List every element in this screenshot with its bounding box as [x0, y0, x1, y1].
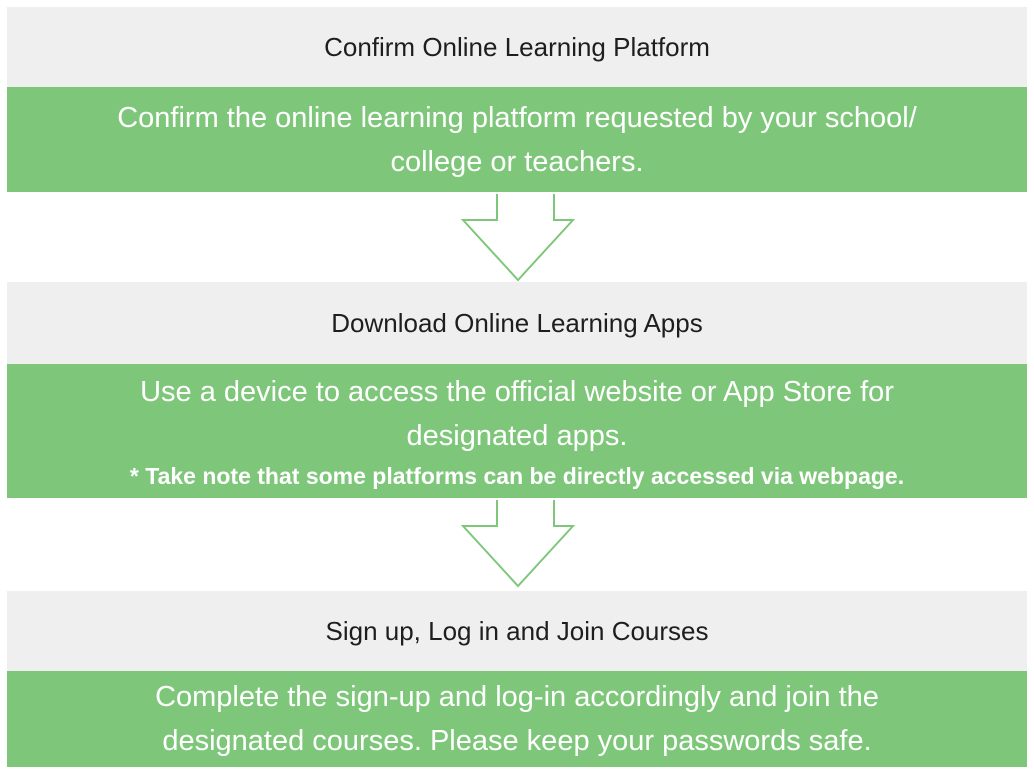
step-3-title: Sign up, Log in and Join Courses: [7, 591, 1027, 671]
step-2-note: * Take note that some platforms can be d…: [129, 463, 905, 489]
step-3-title-text: Sign up, Log in and Join Courses: [325, 615, 709, 646]
step-1-title: Confirm Online Learning Platform: [7, 7, 1027, 87]
step-1-line-2: college or teachers.: [390, 145, 644, 178]
step-3-line-1: Complete the sign-up and log-in accordin…: [155, 681, 879, 713]
step-2-line-1: Use a device to access the official webs…: [140, 376, 894, 408]
step-1-title-text: Confirm Online Learning Platform: [324, 31, 710, 62]
step-2-line-2: designated apps.: [406, 420, 628, 452]
step-1-description-box: Confirm the online learning platform req…: [7, 87, 1027, 192]
step-2-description: Use a device to access the official webs…: [110, 370, 924, 458]
step-3-line-2: designated courses. Please keep your pas…: [162, 725, 872, 757]
step-2-description-box: Use a device to access the official webs…: [7, 364, 1027, 498]
step-2-title-text: Download Online Learning Apps: [331, 307, 703, 338]
step-1-line-1: Confirm the online learning platform req…: [117, 101, 917, 134]
down-arrow-icon: [461, 194, 575, 282]
step-3-description: Complete the sign-up and log-in accordin…: [125, 675, 909, 763]
step-1-description: Confirm the online learning platform req…: [87, 96, 947, 184]
down-arrow-icon: [461, 500, 575, 588]
step-2-title: Download Online Learning Apps: [7, 282, 1027, 364]
step-3-description-box: Complete the sign-up and log-in accordin…: [7, 671, 1027, 767]
flowchart: Confirm Online Learning Platform Confirm…: [0, 0, 1034, 774]
